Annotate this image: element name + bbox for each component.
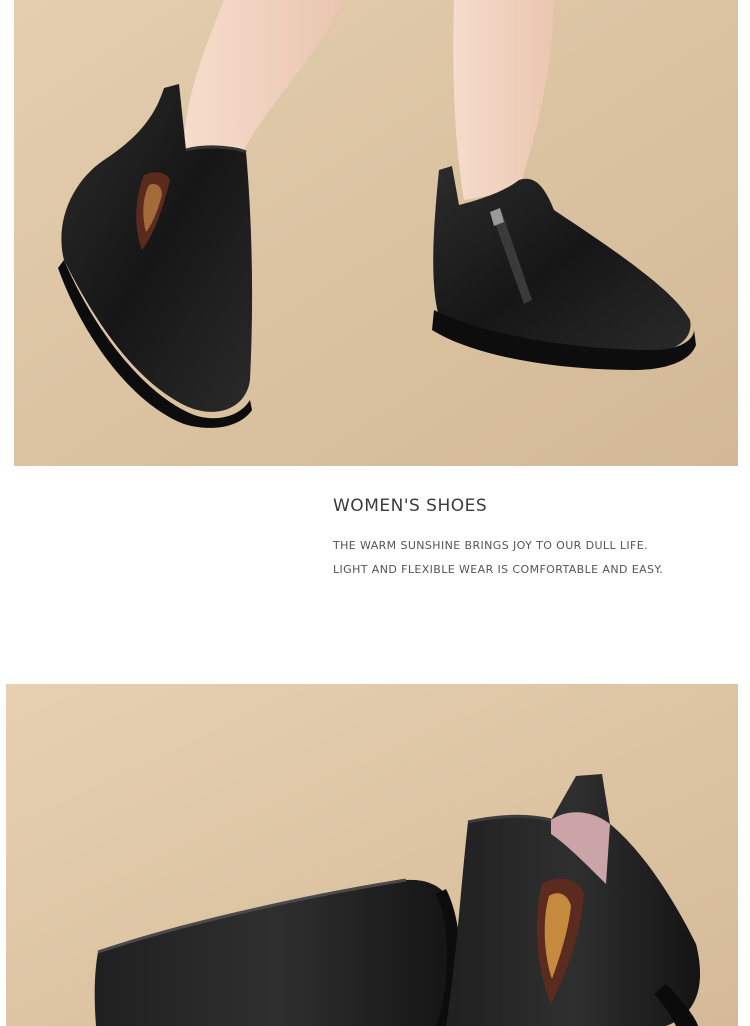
caption-title: WOMEN'S SHOES: [333, 496, 488, 516]
product-caption: WOMEN'S SHOES THE WARM SUNSHINE BRINGS J…: [333, 496, 743, 587]
caption-line-2: LIGHT AND FLEXIBLE WEAR IS COMFORTABLE A…: [333, 563, 664, 576]
product-photo-worn: [14, 0, 738, 466]
product-photo-closeup: [6, 684, 738, 1026]
caption-line-1: THE WARM SUNSHINE BRINGS JOY TO OUR DULL…: [333, 539, 649, 552]
